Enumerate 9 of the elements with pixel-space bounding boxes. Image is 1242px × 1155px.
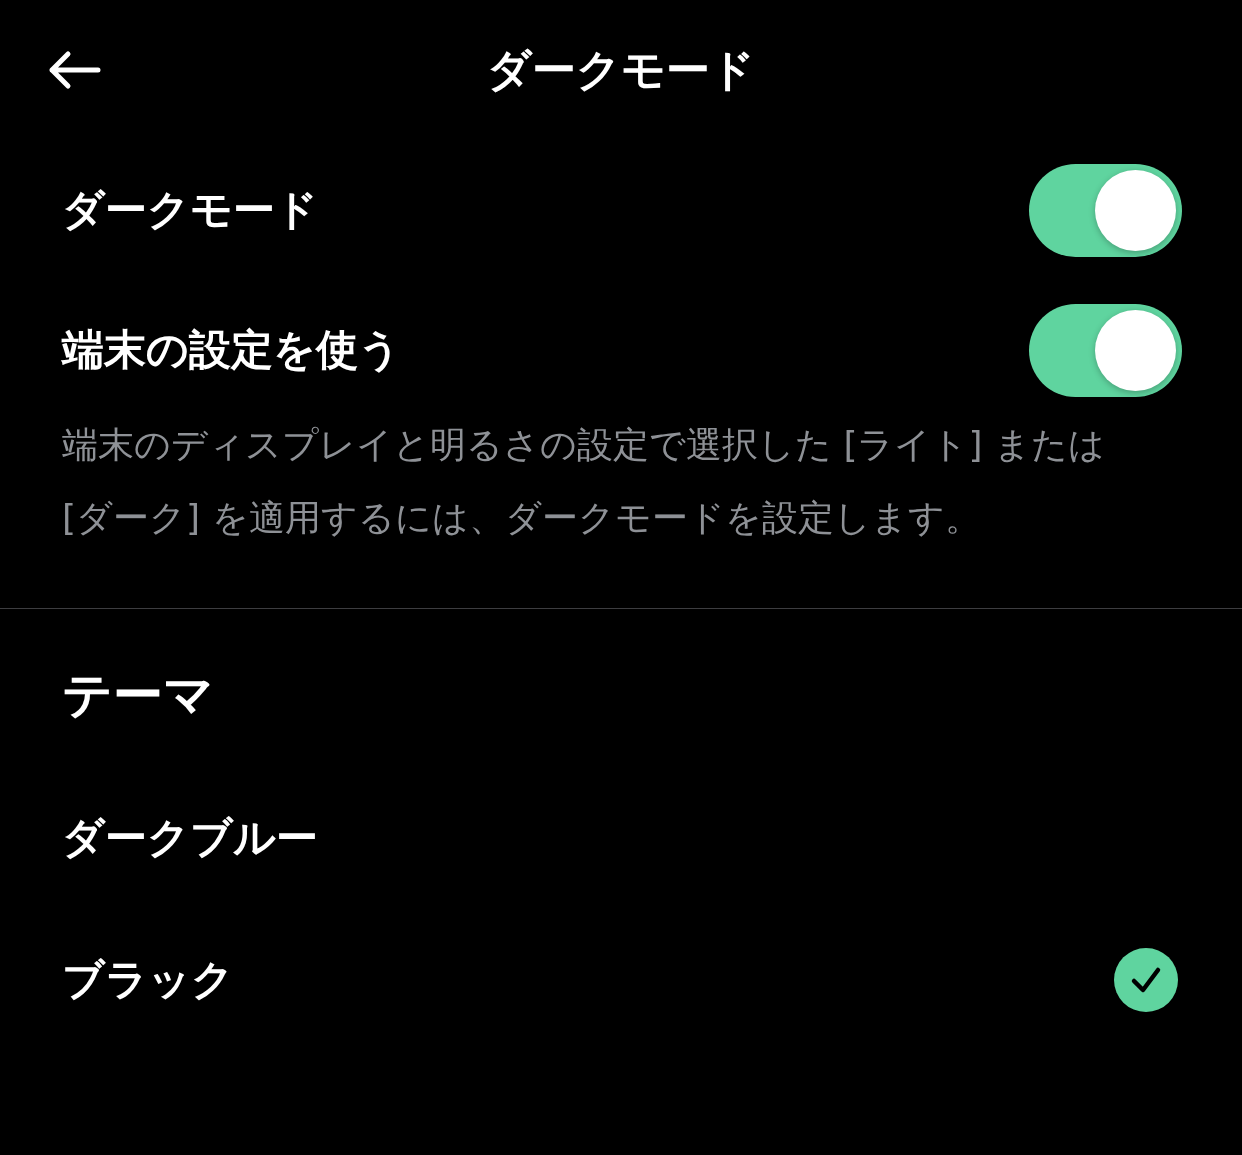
description-text: 端末のディスプレイと明るさの設定で選択した [ライト] または [ダーク] を適用するには、ダークモードを設定します。 (62, 423, 1106, 540)
back-arrow-icon (47, 50, 101, 90)
theme-option[interactable]: ブラック (0, 909, 1242, 1051)
setting-label: ダークモード (62, 189, 318, 231)
page-title: ダークモード (487, 48, 755, 92)
setting-label: 端末の設定を使う (62, 329, 401, 371)
check-icon (1114, 948, 1178, 1012)
theme-option[interactable]: ダークブルー (0, 767, 1242, 909)
section-heading: テーマ (62, 665, 214, 725)
